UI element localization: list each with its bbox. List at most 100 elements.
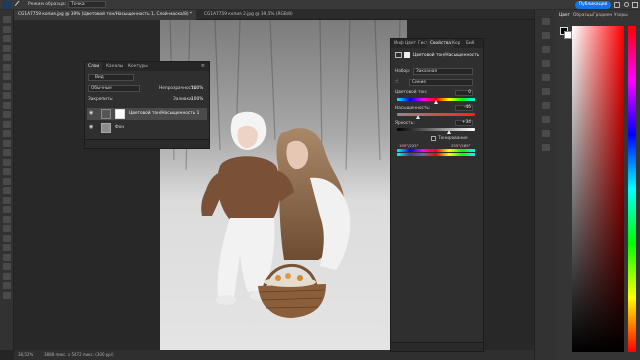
sample-mode-label: Режим образца:	[28, 2, 67, 7]
tool-icon[interactable]	[3, 234, 11, 242]
panel-shortcut-icon[interactable]	[542, 74, 550, 81]
mask-icon[interactable]	[404, 52, 410, 58]
hue-value: 0	[468, 90, 471, 95]
tool-icon[interactable]	[3, 73, 11, 80]
channel-select[interactable]: Синие	[409, 79, 473, 86]
tab-swatches[interactable]: Образцы	[573, 13, 593, 18]
layers-panel-tabs: Слои Каналы Контуры ≡	[85, 62, 209, 71]
preset-select[interactable]: Заказная	[413, 68, 473, 75]
tab-document-1[interactable]: CG1A7759 копия.jpg @ 39% (Цветовой тон/Н…	[14, 10, 197, 20]
opacity-value[interactable]: 100%	[191, 86, 203, 91]
publish-button[interactable]: Публикация	[575, 1, 611, 9]
tab-gradients[interactable]: Градиен	[593, 13, 612, 18]
hue-value-field[interactable]: 0	[455, 90, 473, 96]
properties-title: Цветовой тон/Насыщенность	[413, 53, 480, 58]
layer-row-hue-saturation[interactable]: ◉ Цветовой тон/Насыщенность 1	[87, 108, 207, 120]
saturation-slider-track[interactable]	[397, 113, 475, 116]
tool-icon[interactable]	[3, 44, 11, 52]
lightness-label: Яркость:	[395, 121, 415, 126]
targeted-adjustment-icon[interactable]: ☝	[395, 79, 402, 86]
background-swatch[interactable]	[564, 31, 572, 39]
workspace-icon[interactable]	[632, 2, 638, 8]
tab-patterns[interactable]: Узоры	[614, 13, 628, 18]
tool-icon[interactable]	[3, 187, 11, 194]
zoom-value[interactable]: 38,52%	[18, 350, 33, 360]
panel-icon-strip	[534, 10, 556, 360]
layer-filter-select[interactable]: Вид	[88, 74, 134, 81]
tool-icon[interactable]	[3, 130, 11, 137]
photoshop-logo	[3, 1, 11, 9]
hue-slider[interactable]	[628, 26, 636, 352]
tool-icon[interactable]	[3, 101, 11, 109]
lightness-value-field[interactable]: +34	[455, 120, 473, 126]
tab-channels[interactable]: Каналы	[103, 62, 126, 71]
tool-icon[interactable]	[3, 111, 11, 118]
range-bar-bottom[interactable]	[397, 153, 475, 156]
layer-row-background[interactable]: ◉ Фон	[87, 122, 207, 134]
tool-icon[interactable]	[3, 25, 11, 33]
tool-icon[interactable]	[3, 272, 11, 280]
panel-shortcut-icon[interactable]	[542, 18, 550, 25]
layer-name[interactable]: Цветовой тон/Насыщенность 1	[129, 111, 199, 116]
panel-shortcut-icon[interactable]	[542, 32, 550, 39]
panel-shortcut-icon[interactable]	[542, 116, 550, 123]
tool-icon[interactable]	[3, 35, 11, 42]
layer-name[interactable]: Фон	[115, 125, 124, 130]
blend-mode-select[interactable]: Обычные	[88, 85, 140, 92]
tab-adjustments[interactable]: Кор	[449, 39, 463, 48]
tool-icon[interactable]	[3, 16, 11, 23]
sample-mode-select[interactable]: Точка	[68, 1, 106, 8]
tool-icon[interactable]	[3, 139, 11, 147]
visibility-eye-icon[interactable]: ◉	[89, 110, 93, 116]
search-icon[interactable]	[624, 2, 629, 7]
tool-icon[interactable]	[3, 82, 11, 90]
tool-icon[interactable]	[3, 120, 11, 128]
panel-shortcut-icon[interactable]	[542, 46, 550, 53]
tab-libraries[interactable]: Биб	[463, 39, 477, 48]
tool-icon[interactable]	[3, 253, 11, 261]
adjustment-icon	[395, 52, 402, 58]
tool-icon[interactable]	[3, 282, 11, 289]
panel-menu-icon[interactable]: ≡	[201, 63, 205, 69]
properties-panel: Инф Цвет Гист Свойства Кор Биб Цветовой …	[390, 38, 484, 352]
visibility-eye-icon[interactable]: ◉	[89, 124, 93, 130]
tool-icon[interactable]	[3, 244, 11, 251]
lightness-slider-track[interactable]	[397, 128, 475, 131]
tool-icon[interactable]	[3, 92, 11, 99]
tool-icon[interactable]	[3, 168, 11, 175]
panel-shortcut-icon[interactable]	[542, 60, 550, 67]
tool-icon[interactable]	[3, 225, 11, 232]
tool-icon[interactable]	[3, 63, 11, 71]
tool-icon[interactable]	[3, 206, 11, 213]
saturation-slider-knob[interactable]	[415, 115, 420, 119]
channel-value: Синие	[412, 80, 427, 85]
tool-icon[interactable]	[3, 177, 11, 185]
colorize-checkbox[interactable]	[431, 136, 436, 141]
lightness-slider-knob[interactable]	[446, 130, 451, 134]
panel-shortcut-icon[interactable]	[542, 102, 550, 109]
layer-mask-thumbnail[interactable]	[115, 109, 125, 119]
tool-icon[interactable]	[3, 54, 11, 61]
tool-icon[interactable]	[3, 291, 11, 299]
saturation-value-field[interactable]: -46	[455, 105, 473, 111]
fill-value[interactable]: 100%	[191, 97, 203, 102]
eyedropper-tool-icon[interactable]	[14, 0, 24, 10]
tool-icon[interactable]	[3, 196, 11, 204]
tool-icon[interactable]	[3, 215, 11, 223]
hue-slider-knob[interactable]	[433, 100, 438, 104]
panel-shortcut-icon[interactable]	[542, 130, 550, 137]
tab-document-2[interactable]: CG1A7759 копия 2.jpg @ 39,5% (RGB/8)	[200, 10, 297, 20]
range-right-value: 255°/285°	[451, 143, 471, 148]
tool-icon[interactable]	[3, 149, 11, 156]
tab-paths[interactable]: Контуры	[125, 62, 151, 71]
tool-icon[interactable]	[3, 263, 11, 270]
tab-color[interactable]: Цвет	[559, 13, 570, 18]
share-icon[interactable]	[614, 2, 620, 8]
tool-icon[interactable]	[3, 158, 11, 166]
layers-panel: Слои Каналы Контуры ≡ Вид Обычные Непроз…	[84, 61, 210, 149]
panel-shortcut-icon[interactable]	[542, 144, 550, 151]
tab-layers[interactable]: Слои	[85, 62, 103, 71]
lock-label: Закрепить:	[88, 97, 114, 102]
color-field[interactable]	[572, 26, 624, 352]
panel-shortcut-icon[interactable]	[542, 88, 550, 95]
